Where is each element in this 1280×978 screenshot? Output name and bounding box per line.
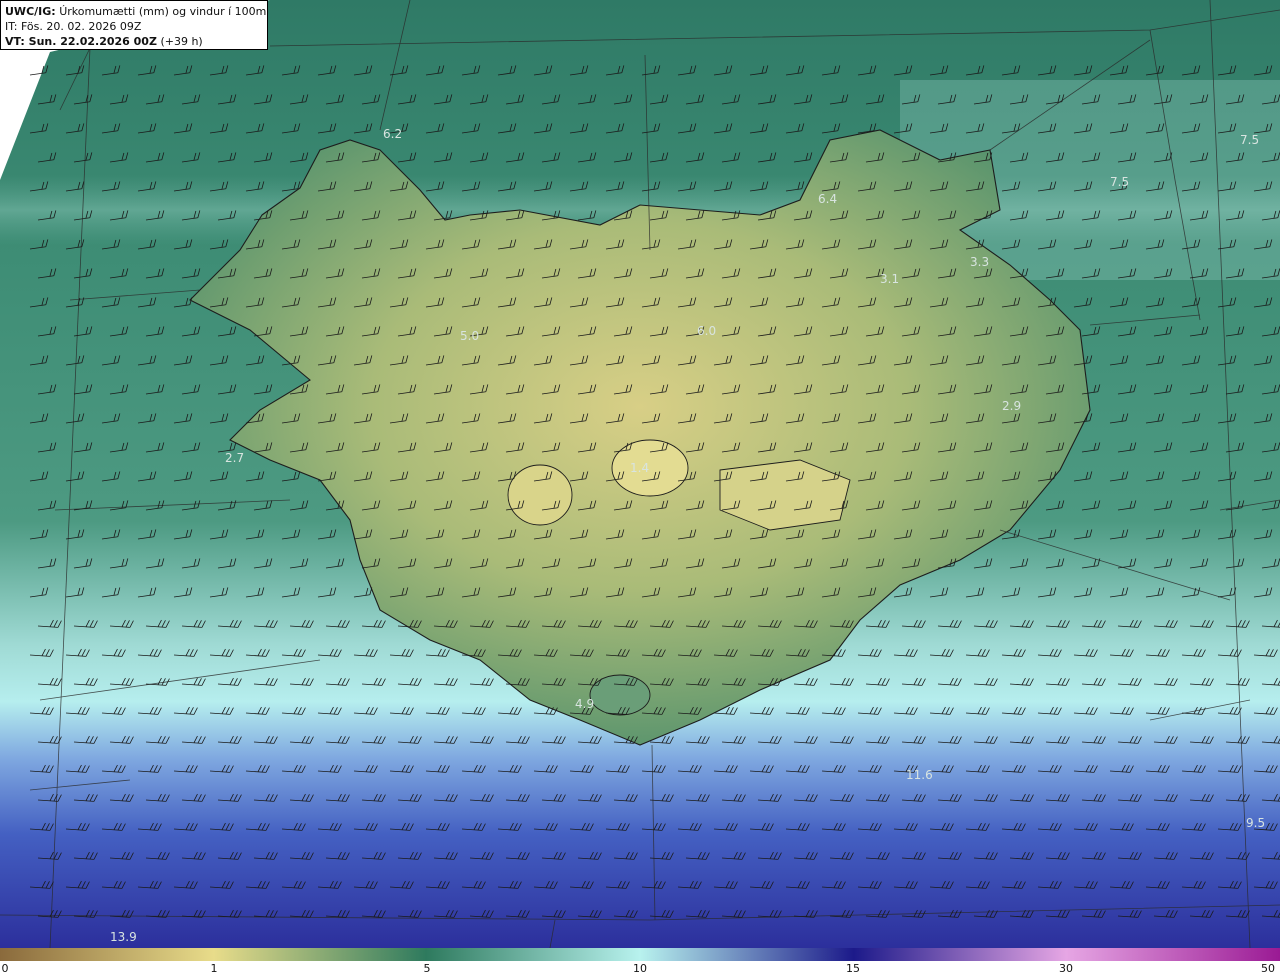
value-label-2-7: 2.7 xyxy=(225,451,244,465)
colorbar-strip xyxy=(0,948,1280,961)
value-label-7-5: 7.5 xyxy=(1110,175,1129,189)
model-name: UWC/IG: xyxy=(5,5,56,18)
title-row: UWC/IG: Úrkomumætti (mm) og vindur í 100… xyxy=(5,4,267,19)
value-label-6-2: 6.2 xyxy=(383,127,402,141)
value-label-5-0: 5.0 xyxy=(460,329,479,343)
value-label-3-1: 3.1 xyxy=(880,272,899,286)
value-label-2-9: 2.9 xyxy=(1002,399,1021,413)
value-label-7-5-east: 7.5 xyxy=(1240,133,1259,147)
glacier-langjokull xyxy=(611,439,689,497)
glacier-myrdalsjokull xyxy=(589,674,651,716)
value-label-6-4: 6.4 xyxy=(818,192,837,206)
forecast-info-box: UWC/IG: Úrkomumætti (mm) og vindur í 100… xyxy=(0,0,268,50)
colorbar-tick-1: 1 xyxy=(210,962,218,975)
init-time: IT: Fös. 20. 02. 2026 09Z xyxy=(5,20,142,33)
value-label-3-3: 3.3 xyxy=(970,255,989,269)
colorbar-tick-5: 5 xyxy=(423,962,431,975)
colorbar-tick-15: 15 xyxy=(846,962,860,975)
colorbar: 0 1 5 10 15 30 50 xyxy=(0,948,1280,978)
value-label-11-6: 11.6 xyxy=(906,768,933,782)
product-description: Úrkomumætti (mm) og vindur í 100m hæð xyxy=(59,5,267,18)
colorbar-tick-30: 30 xyxy=(1059,962,1073,975)
glacier-hofsjokull xyxy=(507,464,573,526)
valid-time-row: VT: Sun. 22.02.2026 00Z (+39 h) xyxy=(5,34,263,49)
colorbar-tick-10: 10 xyxy=(633,962,647,975)
value-label-9-5: 9.5 xyxy=(1246,816,1265,830)
value-label-13-9: 13.9 xyxy=(110,930,137,944)
value-label-4-9: 4.9 xyxy=(575,697,594,711)
valid-time: VT: Sun. 22.02.2026 00Z xyxy=(5,35,157,48)
colorbar-tick-0: 0 xyxy=(1,962,9,975)
map-canvas[interactable]: 6.2 6.4 7.5 7.5 3.3 3.1 5.0 6.0 2.9 2.7 … xyxy=(0,0,1280,948)
forecast-lead: (+39 h) xyxy=(160,35,203,48)
value-label-6-0: 6.0 xyxy=(697,324,716,338)
colorbar-tick-50: 50 xyxy=(1261,962,1275,975)
value-label-1-4: 1.4 xyxy=(630,461,649,475)
weather-map[interactable]: 6.2 6.4 7.5 7.5 3.3 3.1 5.0 6.0 2.9 2.7 … xyxy=(0,0,1280,948)
